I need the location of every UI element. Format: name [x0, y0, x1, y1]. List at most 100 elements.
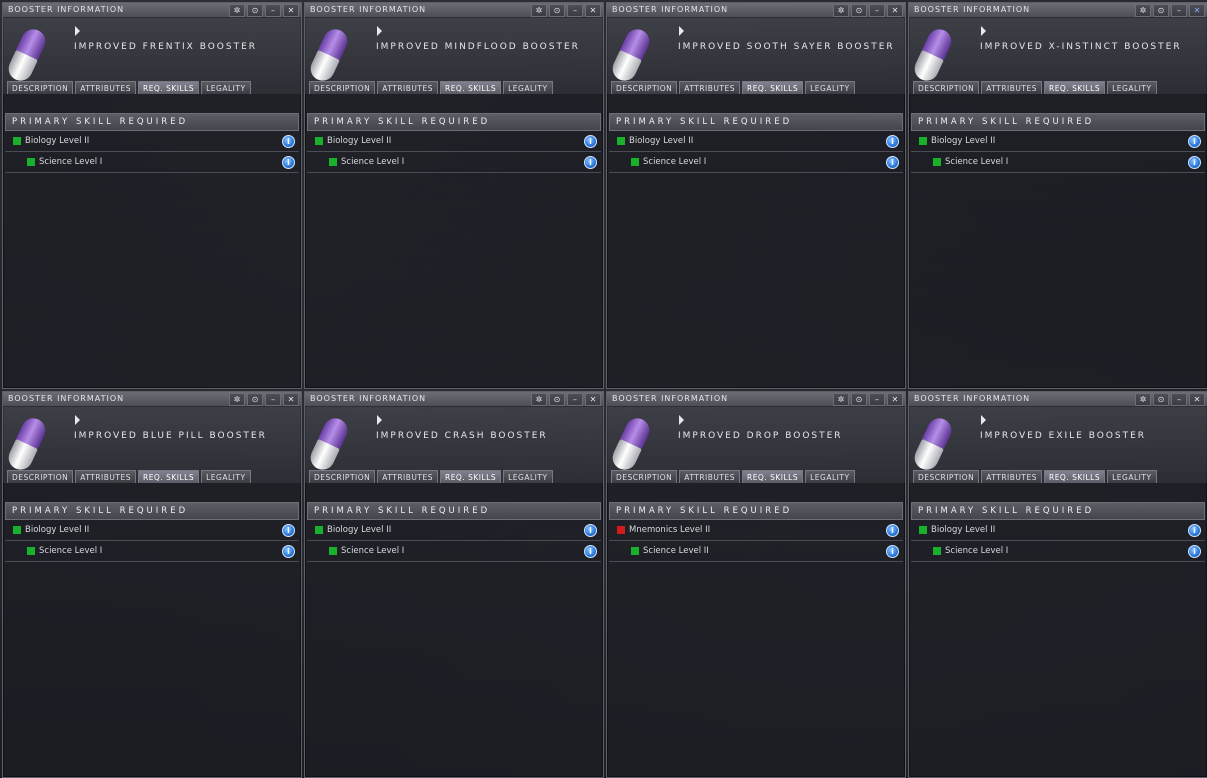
info-icon[interactable]: i	[886, 135, 899, 148]
settings-icon[interactable]: ✲	[531, 4, 547, 17]
skill-row[interactable]: Biology Level II i	[911, 520, 1205, 541]
tab-attributes[interactable]: ATTRIBUTES	[377, 81, 438, 94]
window-titlebar[interactable]: BOOSTER INFORMATION ✲ ⊙ – ✕	[3, 392, 301, 407]
info-icon[interactable]: i	[282, 545, 295, 558]
pin-icon[interactable]: ⊙	[549, 4, 565, 17]
tab-legality[interactable]: LEGALITY	[201, 470, 251, 483]
window-titlebar[interactable]: BOOSTER INFORMATION ✲ ⊙ – ✕	[909, 392, 1207, 407]
minimize-icon[interactable]: –	[567, 393, 583, 406]
skill-row[interactable]: Biology Level II i	[5, 520, 299, 541]
info-icon[interactable]: i	[584, 156, 597, 169]
tab-description[interactable]: DESCRIPTION	[7, 81, 74, 94]
booster-info-window-1[interactable]: BOOSTER INFORMATION ✲ ⊙ – ✕ IMPROVED FRE…	[2, 2, 302, 389]
expand-arrow-icon[interactable]	[981, 415, 986, 425]
window-titlebar[interactable]: BOOSTER INFORMATION ✲ ⊙ – ✕	[909, 3, 1207, 18]
expand-arrow-icon[interactable]	[75, 415, 80, 425]
close-icon[interactable]: ✕	[1189, 4, 1205, 17]
minimize-icon[interactable]: –	[1171, 4, 1187, 17]
close-icon[interactable]: ✕	[585, 4, 601, 17]
info-icon[interactable]: i	[584, 135, 597, 148]
close-icon[interactable]: ✕	[585, 393, 601, 406]
booster-info-window-6[interactable]: BOOSTER INFORMATION ✲ ⊙ – ✕ IMPROVED CRA…	[304, 391, 604, 778]
skill-row[interactable]: Biology Level II i	[911, 131, 1205, 152]
skill-row[interactable]: Biology Level II i	[307, 520, 601, 541]
window-titlebar[interactable]: BOOSTER INFORMATION ✲ ⊙ – ✕	[305, 392, 603, 407]
info-icon[interactable]: i	[584, 524, 597, 537]
expand-arrow-icon[interactable]	[679, 415, 684, 425]
tab-attributes[interactable]: ATTRIBUTES	[981, 470, 1042, 483]
info-icon[interactable]: i	[1188, 524, 1201, 537]
skill-row[interactable]: Mnemonics Level II i	[609, 520, 903, 541]
tab-legality[interactable]: LEGALITY	[1107, 81, 1157, 94]
info-icon[interactable]: i	[282, 156, 295, 169]
tab-attributes[interactable]: ATTRIBUTES	[75, 81, 136, 94]
tab-attributes[interactable]: ATTRIBUTES	[377, 470, 438, 483]
tab-legality[interactable]: LEGALITY	[805, 470, 855, 483]
tab-legality[interactable]: LEGALITY	[503, 470, 553, 483]
tab-req-skills[interactable]: REQ. SKILLS	[137, 81, 200, 94]
skill-row[interactable]: Science Level I i	[5, 152, 299, 173]
skill-row[interactable]: Science Level I i	[307, 541, 601, 562]
tab-legality[interactable]: LEGALITY	[201, 81, 251, 94]
tab-description[interactable]: DESCRIPTION	[611, 470, 678, 483]
settings-icon[interactable]: ✲	[1135, 393, 1151, 406]
booster-info-window-4[interactable]: BOOSTER INFORMATION ✲ ⊙ – ✕ IMPROVED X-I…	[908, 2, 1207, 389]
close-icon[interactable]: ✕	[887, 393, 903, 406]
minimize-icon[interactable]: –	[869, 4, 885, 17]
tab-attributes[interactable]: ATTRIBUTES	[679, 81, 740, 94]
settings-icon[interactable]: ✲	[1135, 4, 1151, 17]
pin-icon[interactable]: ⊙	[247, 393, 263, 406]
info-icon[interactable]: i	[1188, 156, 1201, 169]
window-titlebar[interactable]: BOOSTER INFORMATION ✲ ⊙ – ✕	[607, 3, 905, 18]
minimize-icon[interactable]: –	[567, 4, 583, 17]
settings-icon[interactable]: ✲	[229, 393, 245, 406]
tab-description[interactable]: DESCRIPTION	[913, 81, 980, 94]
close-icon[interactable]: ✕	[887, 4, 903, 17]
skill-row[interactable]: Biology Level II i	[609, 131, 903, 152]
tab-description[interactable]: DESCRIPTION	[309, 81, 376, 94]
pin-icon[interactable]: ⊙	[549, 393, 565, 406]
pin-icon[interactable]: ⊙	[1153, 4, 1169, 17]
pin-icon[interactable]: ⊙	[851, 393, 867, 406]
settings-icon[interactable]: ✲	[531, 393, 547, 406]
expand-arrow-icon[interactable]	[679, 26, 684, 36]
minimize-icon[interactable]: –	[265, 393, 281, 406]
tab-req-skills[interactable]: REQ. SKILLS	[439, 81, 502, 94]
tab-req-skills[interactable]: REQ. SKILLS	[137, 470, 200, 483]
tab-attributes[interactable]: ATTRIBUTES	[981, 81, 1042, 94]
close-icon[interactable]: ✕	[283, 4, 299, 17]
settings-icon[interactable]: ✲	[833, 4, 849, 17]
tab-attributes[interactable]: ATTRIBUTES	[679, 470, 740, 483]
tab-req-skills[interactable]: REQ. SKILLS	[439, 470, 502, 483]
booster-info-window-8[interactable]: BOOSTER INFORMATION ✲ ⊙ – ✕ IMPROVED EXI…	[908, 391, 1207, 778]
tab-description[interactable]: DESCRIPTION	[309, 470, 376, 483]
expand-arrow-icon[interactable]	[377, 26, 382, 36]
booster-info-window-5[interactable]: BOOSTER INFORMATION ✲ ⊙ – ✕ IMPROVED BLU…	[2, 391, 302, 778]
minimize-icon[interactable]: –	[265, 4, 281, 17]
tab-description[interactable]: DESCRIPTION	[611, 81, 678, 94]
skill-row[interactable]: Science Level I i	[911, 152, 1205, 173]
settings-icon[interactable]: ✲	[229, 4, 245, 17]
info-icon[interactable]: i	[1188, 545, 1201, 558]
settings-icon[interactable]: ✲	[833, 393, 849, 406]
window-titlebar[interactable]: BOOSTER INFORMATION ✲ ⊙ – ✕	[305, 3, 603, 18]
tab-req-skills[interactable]: REQ. SKILLS	[741, 470, 804, 483]
expand-arrow-icon[interactable]	[377, 415, 382, 425]
tab-req-skills[interactable]: REQ. SKILLS	[1043, 81, 1106, 94]
skill-row[interactable]: Science Level II i	[609, 541, 903, 562]
info-icon[interactable]: i	[886, 156, 899, 169]
info-icon[interactable]: i	[282, 524, 295, 537]
booster-info-window-7[interactable]: BOOSTER INFORMATION ✲ ⊙ – ✕ IMPROVED DRO…	[606, 391, 906, 778]
skill-row[interactable]: Science Level I i	[307, 152, 601, 173]
expand-arrow-icon[interactable]	[75, 26, 80, 36]
pin-icon[interactable]: ⊙	[1153, 393, 1169, 406]
close-icon[interactable]: ✕	[1189, 393, 1205, 406]
pin-icon[interactable]: ⊙	[247, 4, 263, 17]
tab-req-skills[interactable]: REQ. SKILLS	[1043, 470, 1106, 483]
minimize-icon[interactable]: –	[869, 393, 885, 406]
tab-description[interactable]: DESCRIPTION	[7, 470, 74, 483]
window-titlebar[interactable]: BOOSTER INFORMATION ✲ ⊙ – ✕	[3, 3, 301, 18]
tab-req-skills[interactable]: REQ. SKILLS	[741, 81, 804, 94]
tab-attributes[interactable]: ATTRIBUTES	[75, 470, 136, 483]
window-titlebar[interactable]: BOOSTER INFORMATION ✲ ⊙ – ✕	[607, 392, 905, 407]
